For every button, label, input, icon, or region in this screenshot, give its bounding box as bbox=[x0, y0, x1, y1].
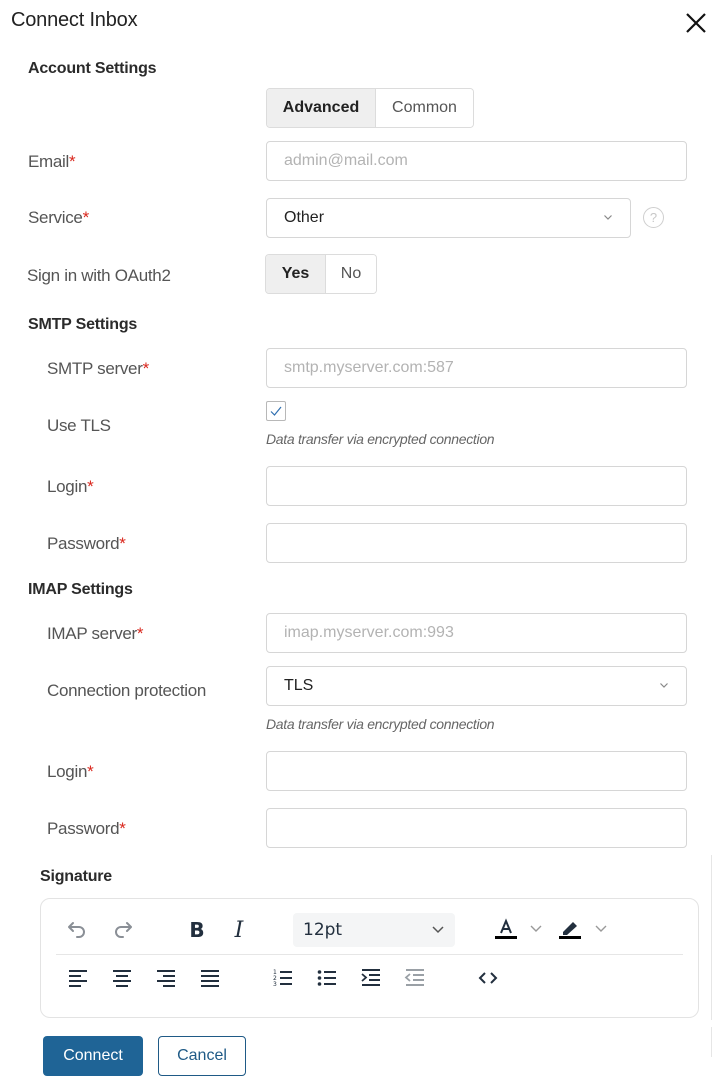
connection-protection-select[interactable]: TLS bbox=[266, 666, 687, 706]
mode-toggle: Advanced Common bbox=[266, 88, 474, 128]
imap-login-label: Login* bbox=[47, 762, 94, 781]
indent-icon bbox=[361, 969, 380, 986]
imap-password-label: Password* bbox=[47, 819, 126, 838]
numbered-list-icon: 123 bbox=[273, 969, 292, 988]
smtp-password-input[interactable] bbox=[266, 523, 687, 563]
chevron-down-icon bbox=[432, 926, 444, 934]
use-tls-label: Use TLS bbox=[47, 416, 111, 435]
oauth-label: Sign in with OAuth2 bbox=[27, 266, 171, 285]
redo-button[interactable] bbox=[109, 916, 137, 944]
align-left-button[interactable] bbox=[65, 965, 91, 991]
oauth-toggle: Yes No bbox=[265, 254, 377, 294]
imap-password-input[interactable] bbox=[266, 808, 687, 848]
required-marker: * bbox=[87, 477, 94, 496]
align-justify-button[interactable] bbox=[197, 965, 223, 991]
undo-button[interactable] bbox=[63, 916, 91, 944]
account-settings-heading: Account Settings bbox=[28, 60, 157, 77]
bold-icon[interactable]: B bbox=[183, 916, 211, 944]
smtp-login-input[interactable] bbox=[266, 466, 687, 506]
imap-server-label: IMAP server* bbox=[47, 624, 144, 643]
highlight-color-dropdown[interactable] bbox=[592, 919, 610, 939]
required-marker: * bbox=[119, 819, 126, 838]
checkmark-icon bbox=[270, 406, 282, 416]
imap-login-input[interactable] bbox=[266, 751, 687, 791]
required-marker: * bbox=[69, 152, 76, 171]
highlight-color-button[interactable] bbox=[555, 914, 585, 944]
required-marker: * bbox=[87, 762, 94, 781]
close-icon bbox=[686, 13, 706, 33]
align-justify-icon bbox=[201, 970, 219, 987]
imap-server-input[interactable] bbox=[266, 613, 687, 653]
source-code-icon bbox=[478, 972, 498, 984]
scrollbar-track bbox=[711, 1027, 712, 1057]
required-marker: * bbox=[142, 359, 150, 378]
outdent-icon bbox=[404, 969, 424, 986]
align-right-button[interactable] bbox=[153, 965, 179, 991]
align-left-icon bbox=[69, 970, 87, 987]
required-marker: * bbox=[82, 208, 90, 227]
italic-icon[interactable]: I bbox=[225, 916, 253, 944]
signature-editor: B I 12pt 123 bbox=[40, 898, 699, 1018]
service-label: Service* bbox=[28, 208, 90, 227]
smtp-password-label: Password* bbox=[47, 534, 126, 553]
cancel-button[interactable]: Cancel bbox=[158, 1036, 246, 1076]
close-button[interactable] bbox=[684, 11, 708, 35]
smtp-server-input[interactable] bbox=[266, 348, 687, 388]
redo-icon bbox=[115, 922, 132, 938]
connection-protection-hint: Data transfer via encrypted connection bbox=[266, 716, 495, 732]
dialog-title: Connect Inbox bbox=[11, 9, 138, 31]
smtp-login-label: Login* bbox=[47, 477, 94, 496]
indent-button[interactable] bbox=[358, 965, 384, 991]
use-tls-checkbox[interactable] bbox=[266, 401, 286, 421]
undo-icon bbox=[68, 922, 85, 938]
chevron-down-icon bbox=[604, 215, 612, 220]
chevron-down-icon bbox=[595, 925, 607, 932]
use-tls-hint: Data transfer via encrypted connection bbox=[266, 431, 495, 447]
connection-protection-value: TLS bbox=[284, 677, 314, 694]
source-code-button[interactable] bbox=[475, 965, 501, 991]
outdent-button[interactable] bbox=[402, 965, 428, 991]
align-right-icon bbox=[157, 970, 175, 987]
service-select-value: Other bbox=[284, 209, 325, 226]
imap-settings-heading: IMAP Settings bbox=[28, 581, 133, 598]
oauth-option-no[interactable]: No bbox=[325, 255, 376, 293]
bullet-list-icon bbox=[317, 970, 336, 986]
signature-heading: Signature bbox=[40, 868, 112, 885]
connection-protection-label: Connection protection bbox=[47, 681, 207, 700]
text-color-button[interactable] bbox=[491, 914, 521, 944]
bullet-list-button[interactable] bbox=[314, 965, 340, 991]
mode-option-advanced[interactable]: Advanced bbox=[267, 89, 375, 127]
font-size-value: 12pt bbox=[303, 920, 343, 940]
question-circle-icon[interactable]: ? bbox=[643, 207, 664, 228]
required-marker: * bbox=[136, 624, 144, 643]
email-label: Email* bbox=[28, 152, 76, 171]
toolbar-divider bbox=[56, 954, 683, 955]
connect-button[interactable]: Connect bbox=[43, 1036, 143, 1076]
text-color-dropdown[interactable] bbox=[527, 919, 545, 939]
align-center-icon bbox=[113, 970, 131, 987]
numbered-list-button[interactable]: 123 bbox=[270, 965, 296, 991]
chevron-down-icon bbox=[530, 925, 542, 932]
required-marker: * bbox=[119, 534, 126, 553]
smtp-settings-heading: SMTP Settings bbox=[28, 316, 138, 333]
email-input[interactable] bbox=[266, 141, 687, 181]
scrollbar[interactable] bbox=[711, 855, 712, 1020]
mode-option-common[interactable]: Common bbox=[375, 89, 473, 127]
chevron-down-icon bbox=[660, 683, 668, 688]
text-color-icon bbox=[495, 918, 517, 939]
align-center-button[interactable] bbox=[109, 965, 135, 991]
highlight-color-icon bbox=[559, 922, 581, 939]
smtp-server-label: SMTP server* bbox=[47, 359, 150, 378]
font-size-select[interactable]: 12pt bbox=[293, 913, 455, 947]
svg-text:3: 3 bbox=[273, 981, 277, 988]
oauth-option-yes[interactable]: Yes bbox=[266, 255, 325, 293]
service-select[interactable]: Other bbox=[266, 198, 631, 238]
